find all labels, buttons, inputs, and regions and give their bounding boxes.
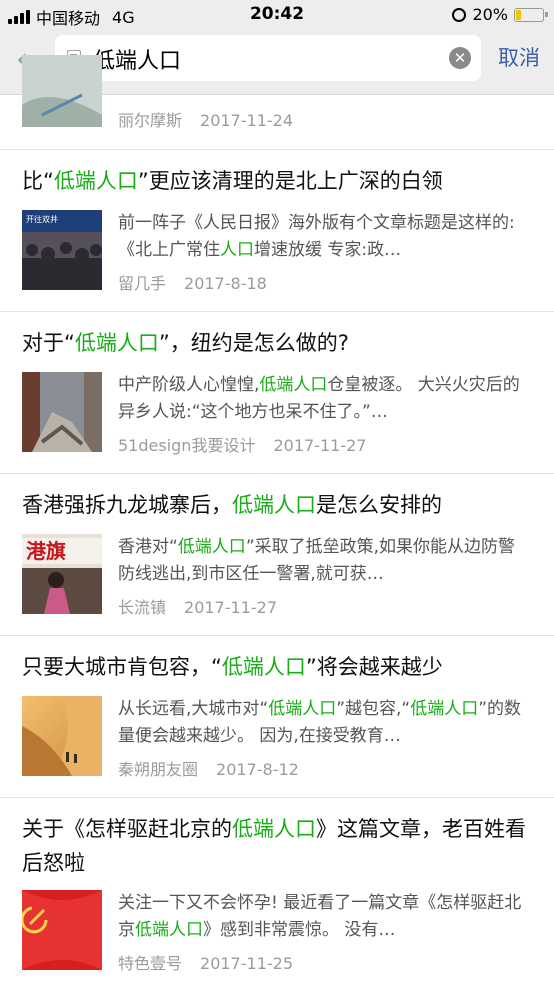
search-query[interactable]: 低端人口 (93, 43, 181, 75)
orientation-lock-icon (452, 7, 467, 22)
result-card[interactable]: 丽尔摩斯 2017-11-24 (0, 55, 554, 150)
cancel-button[interactable]: 取消 (498, 42, 540, 72)
result-thumbnail (22, 696, 102, 776)
result-meta: 特色壹号 2017-11-25 (118, 950, 293, 974)
battery-level (516, 9, 521, 20)
result-snippet: 关注一下又不会怀孕! 最近看了一篇文章《怎样驱赶北京低端人口》感到非常震惊。 没… (118, 893, 522, 940)
result-title[interactable]: 香港强拆九龙城寨后，低端人口是怎么安排的 (22, 488, 532, 522)
result-card[interactable]: 关于《怎样驱赶北京的低端人口》这篇文章，老百姓看后怒啦 关注一下又不会怀孕! 最… (0, 798, 554, 990)
result-date: 2017-11-25 (200, 954, 293, 973)
result-snippet: 前一阵子《人民日报》海外版有个文章标题是这样的:《北上广常住人口增速放缓 专家:… (118, 213, 515, 260)
result-source: 丽尔摩斯 (118, 111, 183, 130)
result-meta: 长流镇 2017-11-27 (118, 594, 277, 618)
result-date: 2017-8-18 (184, 274, 267, 293)
result-snippet: 中产阶级人心惶惶,低端人口仓皇被逐。 大兴火灾后的异乡人说:“这个地方也呆不住了… (118, 375, 520, 422)
result-snippet: 从长远看,大城市对“低端人口”越包容,“低端人口”的数量便会越来越少。 因为,在… (118, 699, 522, 746)
result-card[interactable]: 对于“低端人口”，纽约是怎么做的? 中产阶级人心惶惶,低端人口仓皇被逐。 大兴火… (0, 312, 554, 474)
result-card[interactable]: 比“低端人口”更应该清理的是北上广深的白领 开往双井 前一阵子《人民日报》海外版… (0, 150, 554, 312)
result-meta: 留几手 2017-8-18 (118, 270, 267, 294)
result-thumbnail (22, 890, 102, 970)
result-source: 特色壹号 (118, 954, 183, 973)
status-bar: 中国移动 4G 20:42 20% (0, 0, 554, 30)
status-right: 20% (452, 5, 548, 24)
battery-percent: 20% (472, 5, 508, 24)
result-date: 2017-11-24 (200, 111, 293, 130)
result-title[interactable]: 只要大城市肯包容，“低端人口”将会越来越少 (22, 650, 532, 684)
result-title[interactable]: 关于《怎样驱赶北京的低端人口》这篇文章，老百姓看后怒啦 (22, 812, 532, 880)
search-input[interactable]: 低端人口 ✕ (55, 35, 481, 81)
clear-icon[interactable]: ✕ (449, 47, 471, 69)
result-source: 秦朔朋友圈 (118, 760, 199, 779)
result-snippet: 香港对“低端人口”采取了抵垒政策,如果你能从边防警防线逃出,到市区任一警署,就可… (118, 537, 516, 584)
result-date: 2017-11-27 (184, 598, 277, 617)
result-source: 留几手 (118, 274, 167, 293)
svg-text:港旗: 港旗 (26, 539, 66, 563)
result-source: 51design我要设计 (118, 436, 256, 455)
svg-text:开往双井: 开往双井 (26, 214, 58, 224)
result-date: 2017-11-27 (273, 436, 367, 455)
result-thumbnail (22, 55, 102, 127)
result-meta: 51design我要设计 2017-11-27 (118, 432, 366, 456)
battery-icon (514, 7, 548, 22)
result-thumbnail: 港旗 (22, 534, 102, 614)
result-title[interactable]: 对于“低端人口”，纽约是怎么做的? (22, 326, 532, 360)
result-card[interactable]: 只要大城市肯包容，“低端人口”将会越来越少 从长远看,大城市对“低端人口”越包容… (0, 636, 554, 798)
result-thumbnail (22, 372, 102, 452)
result-meta: 秦朔朋友圈 2017-8-12 (118, 756, 299, 780)
result-card[interactable]: 香港强拆九龙城寨后，低端人口是怎么安排的 港旗 香港对“低端人口”采取了抵垒政策… (0, 474, 554, 636)
result-meta: 丽尔摩斯 2017-11-24 (118, 107, 293, 131)
result-date: 2017-8-12 (216, 760, 299, 779)
result-title[interactable]: 比“低端人口”更应该清理的是北上广深的白领 (22, 164, 532, 198)
result-source: 长流镇 (118, 598, 167, 617)
result-thumbnail: 开往双井 (22, 210, 102, 290)
